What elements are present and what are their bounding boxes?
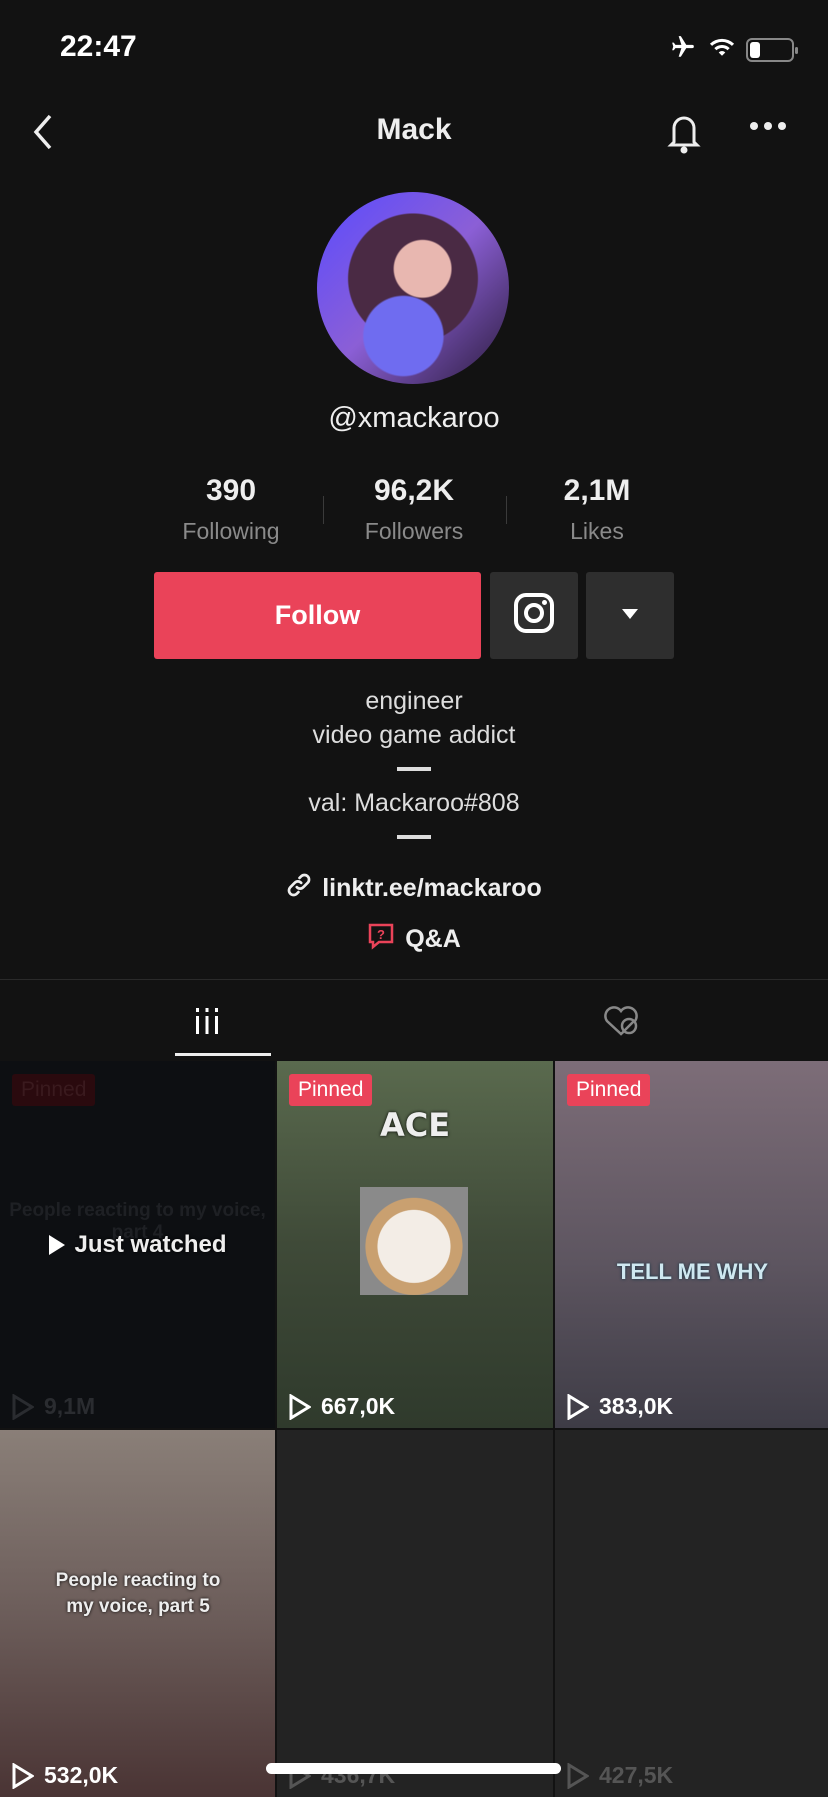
active-tab-indicator [175, 1053, 271, 1056]
link-text[interactable]: linktr.ee/mackaroo [322, 874, 542, 903]
bio-divider [397, 835, 431, 839]
status-time: 22:47 [60, 30, 137, 63]
tab-liked[interactable] [414, 990, 828, 1056]
status-icons [668, 34, 798, 65]
pinned-badge: Pinned [12, 1074, 96, 1106]
tab-videos[interactable] [0, 990, 414, 1056]
qa-link[interactable]: ? Q&A [0, 922, 828, 957]
suggested-accounts-dropdown[interactable] [586, 572, 674, 659]
airplane-icon [668, 34, 698, 65]
divider [0, 979, 828, 980]
video-thumbnail[interactable]: Pinned People reacting to my voice, part… [0, 1061, 275, 1428]
bio-divider [397, 767, 431, 771]
video-thumbnail[interactable]: 436,7K [277, 1430, 553, 1797]
pinned-badge: Pinned [289, 1074, 373, 1106]
bell-icon[interactable] [664, 110, 704, 159]
stat-value: 96,2K [373, 474, 455, 507]
just-watched-label: Just watched [0, 1231, 275, 1259]
bio-line: val: Mackaroo#808 [308, 789, 520, 817]
stat-label: Followers [364, 518, 464, 544]
instagram-button[interactable] [490, 572, 578, 659]
svg-text:?: ? [377, 927, 385, 942]
bio-link[interactable]: linktr.ee/mackaroo [0, 872, 828, 905]
stat-followers[interactable]: 96,2K Followers [322, 474, 506, 545]
video-caption: People reacting to my voice, part 5 [55, 1570, 221, 1617]
bio-line: engineer [365, 687, 463, 715]
question-icon: ? [367, 922, 395, 957]
view-count-text: 9,1M [44, 1393, 96, 1419]
grid-icon [192, 1006, 222, 1041]
video-thumbnail[interactable]: 427,5K [555, 1430, 828, 1797]
link-icon [286, 872, 312, 905]
stat-label: Following [182, 518, 280, 544]
stat-value: 2,1M [563, 474, 631, 507]
view-count: 427,5K [567, 1762, 673, 1789]
home-indicator[interactable] [266, 1763, 561, 1774]
video-caption: TELL ME WHY [616, 1259, 769, 1284]
video-thumbnail[interactable]: People reacting to my voice, part 5 532,… [0, 1430, 275, 1797]
view-count-text: 383,0K [599, 1393, 674, 1419]
more-options-button[interactable] [750, 122, 786, 130]
video-thumbnail[interactable]: ACE Pinned 667,0K [277, 1061, 553, 1428]
view-count: 9,1M [12, 1393, 95, 1420]
username-handle: @xmackaroo [328, 402, 500, 434]
stat-label: Likes [570, 518, 624, 544]
video-grid: Pinned People reacting to my voice, part… [0, 1061, 828, 1797]
bio-line: video game addict [312, 721, 516, 749]
cat-image [360, 1187, 468, 1295]
pinned-badge: Pinned [567, 1074, 651, 1106]
view-count-text: 667,0K [321, 1393, 396, 1419]
hidden-heart-icon [601, 1004, 641, 1043]
view-count: 532,0K [12, 1762, 118, 1789]
view-count: 383,0K [567, 1393, 673, 1420]
view-count-text: 427,5K [599, 1762, 674, 1788]
battery-icon [746, 37, 798, 62]
caret-down-icon [621, 607, 639, 625]
avatar [317, 192, 509, 384]
video-caption: ACE [379, 1106, 451, 1144]
qa-text: Q&A [405, 925, 461, 953]
instagram-icon [512, 591, 556, 640]
stat-likes[interactable]: 2,1M Likes [505, 474, 689, 545]
stat-following[interactable]: 390 Following [140, 474, 323, 545]
view-count: 667,0K [289, 1393, 395, 1420]
video-thumbnail[interactable]: TELL ME WHY Pinned 383,0K [555, 1061, 828, 1428]
follow-button[interactable]: Follow [154, 572, 481, 659]
stat-value: 390 [205, 474, 257, 507]
profile-stats: 390 Following 96,2K Followers 2,1M Likes [0, 474, 828, 545]
wifi-icon [708, 36, 736, 63]
view-count-text: 532,0K [44, 1762, 119, 1788]
just-watched-text: Just watched [74, 1231, 227, 1258]
bio: engineer video game addict val: Mackaroo… [0, 684, 828, 854]
